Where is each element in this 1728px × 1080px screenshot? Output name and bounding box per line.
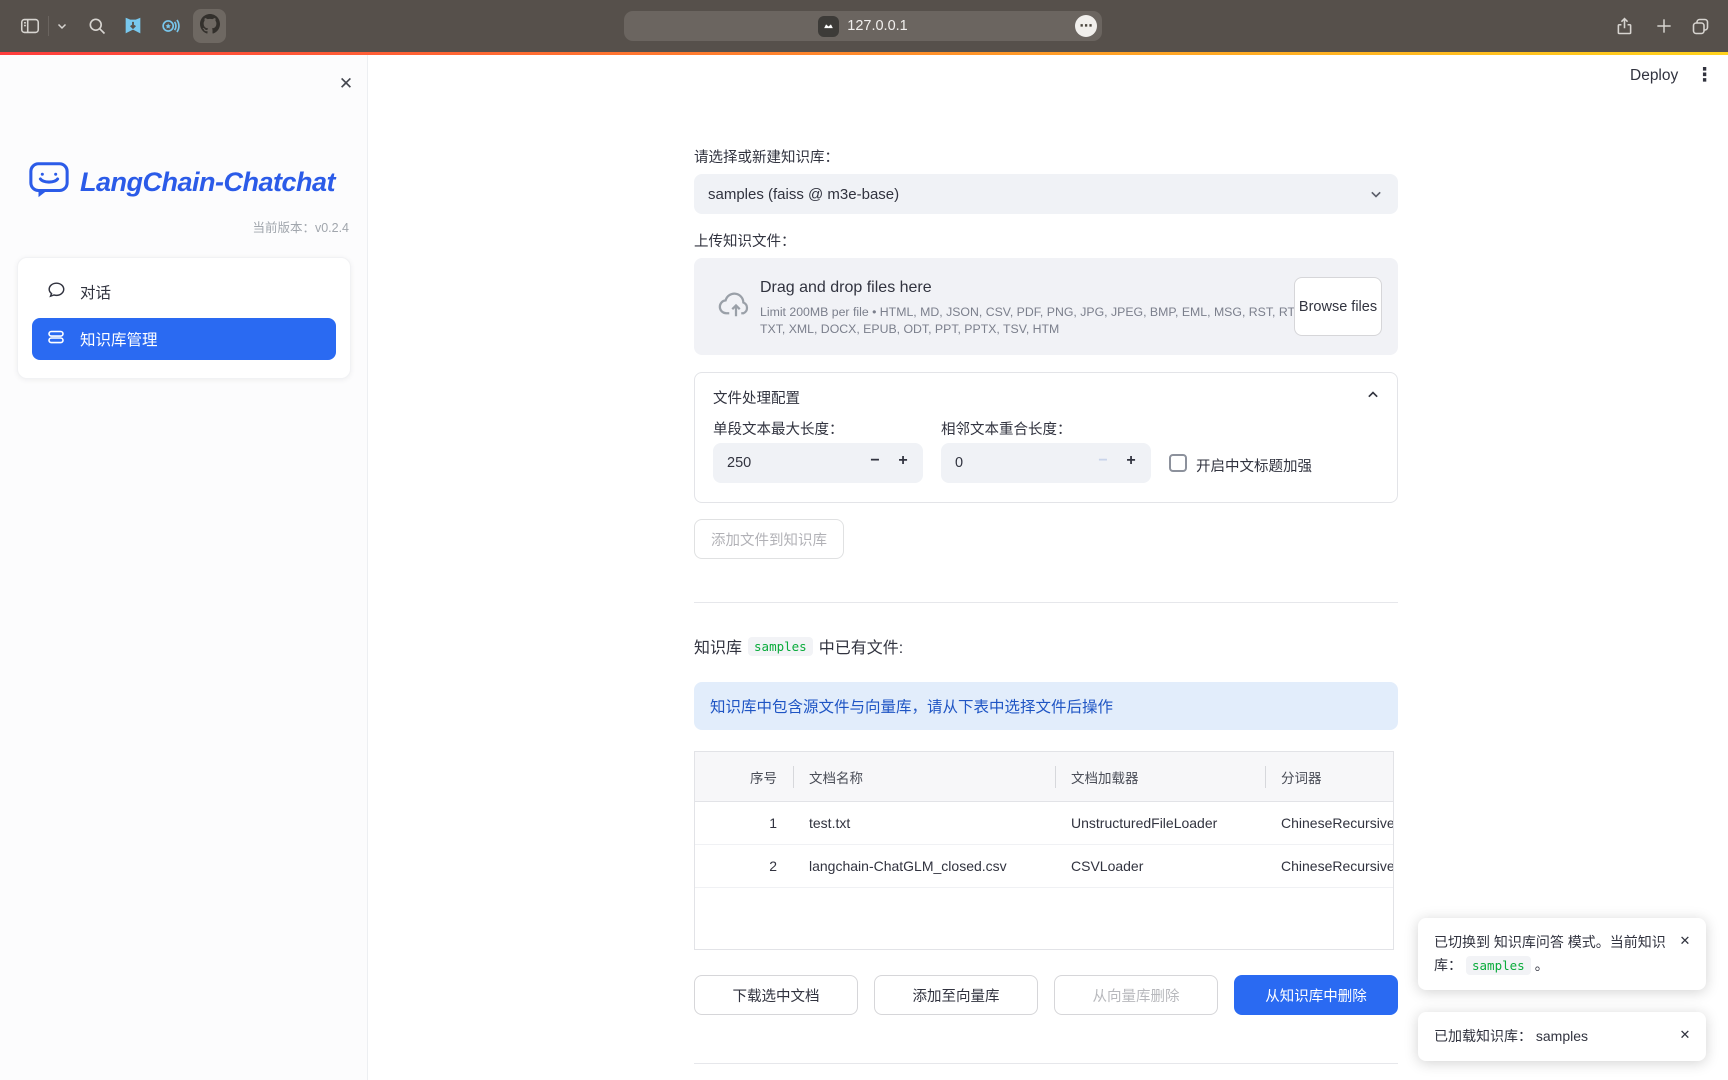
header-separator: [793, 766, 794, 788]
app-logo: LangChain-Chatchat: [28, 160, 335, 205]
tab-overview-icon[interactable]: [1688, 14, 1712, 38]
main-menu-icon[interactable]: ⋮: [1695, 64, 1714, 87]
kb-files-heading: 知识库 samples 中已有文件:: [694, 634, 903, 658]
toolbar-divider: [48, 16, 49, 36]
divider: [694, 602, 1398, 603]
max-length-input[interactable]: 250 − +: [713, 443, 923, 483]
table-header-splitter[interactable]: 分词器: [1265, 767, 1393, 787]
overlap-value: 0: [955, 455, 963, 471]
header-separator: [1265, 766, 1266, 788]
file-config-expander: 文件处理配置 单段文本最大长度： 相邻文本重合长度： 250 − + 0 − +…: [694, 372, 1398, 503]
page-settings-icon[interactable]: ⋯: [1075, 15, 1097, 37]
github-icon: [200, 14, 220, 39]
upload-label: 上传知识文件：: [694, 230, 796, 251]
sidebar: ✕ LangChain-Chatchat 当前版本：v0.2.4 对话 知识库管…: [0, 55, 368, 1080]
table-actions: 下载选中文档 添加至向量库 从向量库删除 从知识库中删除: [694, 975, 1398, 1015]
browse-files-button[interactable]: Browse files: [1294, 277, 1382, 336]
table-header-index[interactable]: 序号: [695, 767, 793, 787]
address-bar[interactable]: 127.0.0.1 ⋯: [624, 11, 1102, 41]
dropzone-title: Drag and drop files here: [760, 279, 932, 297]
version-label: 当前版本：v0.2.4: [252, 217, 349, 236]
kb-select-value: samples (faiss @ m3e-base): [708, 186, 899, 203]
dropzone-limits: Limit 200MB per file • HTML, MD, JSON, C…: [760, 304, 1305, 338]
active-tab[interactable]: [193, 9, 226, 43]
overlap-label: 相邻文本重合长度：: [941, 418, 1072, 439]
kb-stack-icon: [46, 327, 66, 352]
overlap-plus-button[interactable]: +: [1121, 452, 1141, 470]
toast-kb-loaded: 已加载知识库： samples ✕: [1418, 1012, 1706, 1061]
new-tab-icon[interactable]: [1652, 14, 1676, 38]
header-separator: [1055, 766, 1056, 788]
table-row[interactable]: 2 langchain-ChatGLM_closed.csv CSVLoader…: [695, 845, 1393, 888]
toast-close-icon[interactable]: ✕: [1675, 930, 1695, 950]
sidebar-item-kb-management[interactable]: 知识库管理: [32, 318, 336, 360]
chevron-down-icon[interactable]: [50, 14, 74, 38]
expander-title: 文件处理配置: [713, 387, 800, 408]
select-chevron-down-icon: [1366, 184, 1386, 208]
sidebar-item-label: 对话: [80, 281, 111, 303]
delete-from-kb-button[interactable]: 从知识库中删除: [1234, 975, 1398, 1015]
pinned-tab-star-icon[interactable]: [158, 14, 182, 38]
add-files-button[interactable]: 添加文件到知识库: [694, 519, 844, 559]
cloud-upload-icon: [718, 287, 754, 328]
kb-name-code: samples: [748, 637, 813, 656]
zh-title-enhance-checkbox[interactable]: [1169, 454, 1187, 472]
screen: 127.0.0.1 ⋯ ✕ LangChain-Chatchat 当前版本：v0…: [0, 0, 1728, 1080]
table-header-loader[interactable]: 文档加载器: [1055, 767, 1265, 787]
overlap-input[interactable]: 0 − +: [941, 443, 1151, 483]
sidebar-toggle-icon[interactable]: [18, 14, 42, 38]
max-length-minus-button[interactable]: −: [865, 452, 885, 470]
url-text: 127.0.0.1: [847, 18, 907, 34]
browser-toolbar: 127.0.0.1 ⋯: [0, 0, 1728, 52]
table-row[interactable]: 1 test.txt UnstructuredFileLoader Chines…: [695, 802, 1393, 845]
share-icon[interactable]: [1612, 14, 1636, 38]
sidebar-menu: 对话 知识库管理: [17, 257, 351, 379]
pinned-tab-bookmark-icon[interactable]: [121, 14, 145, 38]
kb-name-code: samples: [1466, 956, 1531, 975]
app-logo-text: LangChain-Chatchat: [80, 167, 335, 198]
toast-mode-switched: 已切换到 知识库问答 模式。当前知识库：samples。 ✕: [1418, 918, 1706, 990]
max-length-value: 250: [727, 455, 751, 471]
kb-select[interactable]: samples (faiss @ m3e-base): [694, 174, 1398, 214]
deploy-button[interactable]: Deploy: [1630, 67, 1678, 85]
overlap-minus-button[interactable]: −: [1093, 452, 1113, 470]
add-to-vectorstore-button[interactable]: 添加至向量库: [874, 975, 1038, 1015]
site-favicon: [818, 16, 839, 37]
delete-from-vectorstore-button[interactable]: 从向量库删除: [1054, 975, 1218, 1015]
chat-bubble-icon: [46, 280, 66, 305]
table-header-row: 序号 文档名称 文档加载器 分词器: [695, 752, 1393, 802]
sidebar-close-icon[interactable]: ✕: [334, 72, 358, 96]
info-banner: 知识库中包含源文件与向量库，请从下表中选择文件后操作: [694, 682, 1398, 730]
download-selected-button[interactable]: 下载选中文档: [694, 975, 858, 1015]
table-header-docname[interactable]: 文档名称: [793, 767, 1055, 787]
sidebar-item-label: 知识库管理: [80, 328, 158, 350]
max-length-plus-button[interactable]: +: [893, 452, 913, 470]
files-table: 序号 文档名称 文档加载器 分词器 1 test.txt Unstructure…: [694, 751, 1394, 950]
file-dropzone[interactable]: Drag and drop files here Limit 200MB per…: [694, 258, 1398, 355]
kb-select-label: 请选择或新建知识库：: [694, 146, 839, 167]
divider: [694, 1063, 1398, 1064]
max-length-label: 单段文本最大长度：: [713, 418, 844, 439]
chat-smiley-logo-icon: [28, 160, 70, 205]
search-icon[interactable]: [85, 14, 109, 38]
sidebar-item-dialogue[interactable]: 对话: [32, 271, 336, 313]
zh-title-enhance-label: 开启中文标题加强: [1196, 455, 1312, 476]
expander-chevron-up-icon[interactable]: [1363, 385, 1383, 410]
toast-close-icon[interactable]: ✕: [1675, 1024, 1695, 1044]
